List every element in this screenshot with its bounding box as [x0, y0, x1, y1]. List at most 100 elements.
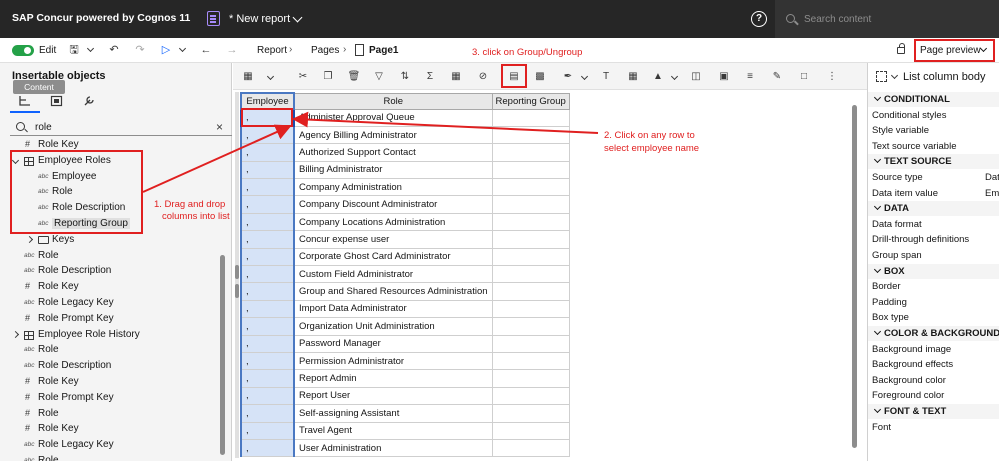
reporting-group-cell[interactable] — [491, 230, 570, 249]
select-ancestor-icon[interactable] — [876, 71, 887, 82]
left-scrollbar[interactable] — [220, 255, 225, 455]
employee-cell[interactable]: , — [240, 351, 295, 371]
employee-cell[interactable]: , — [240, 369, 295, 388]
table-row[interactable]: , Self-assigning Assistant — [240, 404, 570, 423]
property-row[interactable]: Border — [872, 281, 901, 292]
edit-toggle[interactable] — [12, 45, 34, 56]
more-icon[interactable]: ⋮ — [825, 70, 839, 83]
tree-item[interactable]: Role Key — [38, 423, 79, 434]
reporting-group-cell[interactable] — [491, 317, 570, 336]
reporting-group-cell[interactable] — [491, 178, 570, 197]
table-row[interactable]: , Corporate Ghost Card Administrator — [240, 247, 570, 267]
reporting-group-cell[interactable] — [491, 143, 570, 162]
employee-cell[interactable]: , — [240, 143, 295, 162]
columns-icon[interactable]: ◫ — [689, 70, 703, 83]
summarize-icon[interactable]: Σ — [423, 70, 437, 83]
reporting-group-cell[interactable] — [491, 125, 570, 145]
highlight-icon[interactable]: ✒ — [561, 70, 575, 83]
tab-source-tree-icon[interactable] — [18, 95, 32, 107]
property-row[interactable]: Background effects — [872, 359, 953, 370]
employee-cell[interactable]: , — [240, 334, 295, 353]
pagination-icon[interactable]: ▣ — [717, 70, 731, 83]
reporting-group-cell[interactable] — [491, 369, 570, 388]
copy-icon[interactable]: ❐ — [321, 70, 335, 83]
property-row[interactable]: Font — [872, 422, 891, 433]
property-row[interactable]: Box type — [872, 312, 909, 323]
table-row[interactable]: , Password Manager — [240, 334, 570, 353]
table-row[interactable]: , Report Admin — [240, 369, 570, 388]
tree-item[interactable]: Role Description — [38, 360, 111, 371]
table-row[interactable]: , Organization Unit Administration — [240, 317, 570, 336]
property-row[interactable]: Text source variable — [872, 141, 956, 152]
tree-item[interactable]: Role Key — [38, 139, 79, 150]
role-cell[interactable]: Billing Administrator — [293, 160, 493, 180]
table-row[interactable]: , Company Discount Administrator — [240, 195, 570, 214]
tree-item[interactable]: Role Key — [38, 281, 79, 292]
property-row[interactable]: Conditional styles — [872, 110, 946, 121]
property-section[interactable]: COLOR & BACKGROUND — [884, 328, 999, 339]
insert-table-icon[interactable]: ▦ — [449, 70, 463, 83]
table-row[interactable]: , Group and Shared Resources Administrat… — [240, 282, 570, 301]
employee-cell[interactable]: , — [240, 178, 295, 197]
canvas-scrollbar[interactable] — [852, 105, 857, 448]
tree-item[interactable]: Role Legacy Key — [38, 297, 114, 308]
tree-item[interactable]: Employee Role History — [38, 329, 140, 340]
reporting-group-cell[interactable] — [491, 265, 570, 284]
property-section[interactable]: FONT & TEXT — [884, 406, 946, 417]
column-header-reporting-group[interactable]: Reporting Group — [491, 92, 570, 110]
employee-cell[interactable]: , — [240, 195, 295, 214]
role-cell[interactable]: Administer Approval Queue — [293, 108, 493, 127]
property-section[interactable]: TEXT SOURCE — [884, 156, 952, 167]
reporting-group-cell[interactable] — [491, 334, 570, 353]
property-section[interactable]: CONDITIONAL — [884, 94, 950, 105]
table-row[interactable]: , Authorized Support Contact — [240, 143, 570, 162]
back-icon[interactable]: ← — [199, 44, 213, 56]
role-cell[interactable]: Self-assigning Assistant — [293, 404, 493, 423]
employee-cell[interactable]: , — [240, 282, 295, 301]
employee-cell[interactable]: , — [240, 438, 295, 458]
tree-item[interactable]: Role — [38, 455, 59, 461]
property-row[interactable]: Data format — [872, 219, 922, 230]
tree-item[interactable]: Role — [38, 250, 59, 261]
crosstab-icon[interactable]: ▩ — [533, 70, 547, 83]
employee-cell[interactable]: , — [240, 160, 295, 180]
table-row[interactable]: , Company Locations Administration — [240, 212, 570, 232]
employee-cell[interactable]: , — [240, 265, 295, 284]
role-cell[interactable]: Report Admin — [293, 369, 493, 388]
cut-icon[interactable]: ✂ — [296, 70, 310, 83]
role-cell[interactable]: User Administration — [293, 438, 493, 458]
role-cell[interactable]: Agency Billing Administrator — [293, 125, 493, 145]
forward-icon[interactable]: → — [225, 44, 239, 56]
reporting-group-cell[interactable] — [491, 299, 570, 319]
column-header-employee[interactable]: Employee — [240, 92, 295, 110]
sort-icon[interactable]: ⇅ — [398, 70, 412, 83]
ruler-handle[interactable] — [235, 284, 239, 298]
filter-icon[interactable]: ▽ — [372, 70, 386, 83]
reporting-group-cell[interactable] — [491, 404, 570, 423]
save-icon[interactable]: 🖫 — [67, 44, 81, 56]
role-cell[interactable]: Group and Shared Resources Administratio… — [293, 282, 493, 301]
property-row[interactable]: Group span — [872, 250, 922, 261]
format-painter-icon[interactable]: ▦ — [241, 70, 255, 83]
property-row[interactable]: Background color — [872, 375, 946, 386]
link-icon[interactable]: ✎ — [770, 70, 784, 83]
search-input[interactable]: Search content — [804, 14, 871, 25]
tree-item[interactable]: Role Prompt Key — [38, 392, 114, 403]
table-row[interactable]: , Billing Administrator — [240, 160, 570, 180]
reporting-group-cell[interactable] — [491, 421, 570, 440]
tab-toolbox-icon[interactable] — [50, 95, 64, 107]
role-cell[interactable]: Authorized Support Contact — [293, 143, 493, 162]
breadcrumb-page1[interactable]: Page1 — [369, 45, 398, 56]
property-row[interactable]: Drill-through definitions — [872, 234, 969, 245]
table-row[interactable]: , Agency Billing Administrator — [240, 125, 570, 145]
employee-cell[interactable]: , — [240, 125, 295, 145]
tree-item[interactable]: Role Legacy Key — [38, 439, 114, 450]
help-icon[interactable]: ? — [751, 11, 767, 27]
table-row[interactable]: , Concur expense user — [240, 230, 570, 249]
reporting-group-cell[interactable] — [491, 386, 570, 406]
role-cell[interactable]: Concur expense user — [293, 230, 493, 249]
property-row[interactable]: Style variable — [872, 125, 929, 136]
property-row[interactable]: Data item value — [872, 188, 938, 199]
reporting-group-cell[interactable] — [491, 247, 570, 267]
table-row[interactable]: , Report User — [240, 386, 570, 406]
